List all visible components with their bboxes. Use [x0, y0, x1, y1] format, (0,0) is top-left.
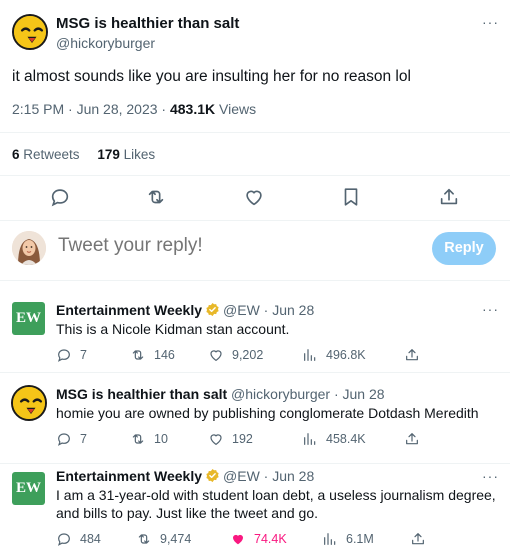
author-name[interactable]: MSG is healthier than salt [56, 386, 227, 402]
reply-actions: 484 9,474 74.4K 6.1M [56, 531, 476, 549]
author-handle[interactable]: @hickoryburger [56, 35, 155, 51]
retweet-icon [136, 531, 152, 547]
like-count: 192 [232, 432, 253, 446]
share-button[interactable] [410, 531, 434, 547]
reply-icon [56, 431, 72, 447]
views-count: 483.1K [169, 101, 216, 117]
like-count-button[interactable]: 192 [208, 431, 253, 447]
reply-icon [56, 347, 72, 363]
divider [0, 132, 510, 133]
share-button[interactable] [404, 431, 428, 447]
author-name[interactable]: Entertainment Weekly [56, 468, 202, 484]
reply-tweet[interactable]: EW Entertainment Weekly @EW · Jun 28 ··· … [0, 281, 510, 372]
author-avatar[interactable] [12, 14, 48, 50]
views-label: Views [215, 101, 257, 117]
reply-tweet[interactable]: MSG is healthier than salt @hickoryburge… [0, 373, 510, 463]
ew-avatar[interactable]: EW [12, 302, 45, 335]
author-name[interactable]: Entertainment Weekly [56, 302, 202, 318]
views-count: 458.4K [326, 432, 366, 446]
retweet-count-button[interactable]: 9,474 [136, 531, 191, 547]
share-icon [410, 531, 426, 547]
retweet-count-button[interactable]: 10 [130, 431, 168, 447]
main-tweet: MSG is healthier than salt @hickoryburge… [0, 0, 510, 281]
views-count: 6.1M [346, 532, 374, 546]
ew-avatar[interactable]: EW [12, 472, 45, 505]
current-user-avatar[interactable] [12, 231, 46, 265]
reply-icon [56, 531, 72, 547]
author-avatar[interactable] [11, 385, 47, 421]
like-count: 9,202 [232, 348, 264, 362]
views-count-button[interactable]: 496.8K [302, 347, 366, 363]
retweet-count: 9,474 [160, 532, 192, 546]
divider [0, 175, 510, 176]
reply-count: 7 [80, 348, 87, 362]
like-icon[interactable] [243, 186, 265, 208]
like-filled-icon [230, 531, 246, 547]
reply-header: MSG is healthier than salt @hickoryburge… [56, 386, 385, 402]
reply-header: Entertainment Weekly @EW · Jun 28 [56, 468, 314, 484]
views-icon [302, 347, 318, 363]
reply-icon[interactable] [49, 186, 71, 208]
retweet-count: 146 [154, 348, 175, 362]
retweet-icon[interactable] [145, 186, 167, 208]
reply-actions: 7 146 9,202 496.8K [56, 347, 476, 365]
retweet-icon [130, 431, 146, 447]
share-icon [404, 431, 420, 447]
author-name[interactable]: MSG is healthier than salt [56, 15, 239, 32]
retweet-count-button[interactable]: 146 [130, 347, 175, 363]
verified-badge-icon [205, 302, 220, 317]
likes-count: 179 [97, 147, 120, 162]
verified-badge-icon [205, 468, 220, 483]
tweet-text: it almost sounds like you are insulting … [12, 68, 411, 85]
author-handle-date[interactable]: @EW · Jun 28 [223, 468, 314, 484]
share-icon[interactable] [438, 186, 460, 208]
tweet-timestamp[interactable]: 2:15 PM · Jun 28, 2023 · [12, 101, 170, 117]
like-count: 74.4K [254, 532, 287, 546]
action-bar [0, 184, 510, 212]
retweet-icon [130, 347, 146, 363]
reply-text: homie you are owned by publishing conglo… [56, 405, 479, 421]
reply-composer: Reply [0, 222, 510, 274]
reply-button[interactable]: Reply [432, 232, 496, 265]
views-icon [322, 531, 338, 547]
views-count: 496.8K [326, 348, 366, 362]
reply-tweet[interactable]: EW Entertainment Weekly @EW · Jun 28 ··· … [0, 464, 510, 560]
more-options-icon[interactable]: ··· [482, 468, 499, 484]
divider [0, 220, 510, 221]
author-handle-date[interactable]: @hickoryburger · Jun 28 [231, 386, 385, 402]
reply-input[interactable] [58, 235, 388, 257]
reply-count-button[interactable]: 484 [56, 531, 101, 547]
like-count-button[interactable]: 9,202 [208, 347, 263, 363]
retweet-count: 10 [154, 432, 168, 446]
reply-text: I am a 31-year-old with student loan deb… [56, 487, 496, 521]
views-icon [302, 431, 318, 447]
reply-count-button[interactable]: 7 [56, 431, 87, 447]
reply-count: 7 [80, 432, 87, 446]
views-count-button[interactable]: 6.1M [322, 531, 374, 547]
more-options-icon[interactable]: ··· [482, 301, 499, 317]
reply-count: 484 [80, 532, 101, 546]
reply-text: This is a Nicole Kidman stan account. [56, 321, 290, 337]
retweets-label: Retweets [19, 147, 80, 162]
likes-stat[interactable]: 179 Likes [97, 147, 155, 162]
reply-count-button[interactable]: 7 [56, 347, 87, 363]
share-icon [404, 347, 420, 363]
like-count-button[interactable]: 74.4K [230, 531, 287, 547]
like-icon [208, 347, 224, 363]
share-button[interactable] [404, 347, 428, 363]
likes-label: Likes [119, 147, 156, 162]
bookmark-icon[interactable] [340, 186, 362, 208]
retweets-count: 6 [12, 147, 20, 162]
reply-actions: 7 10 192 458.4K [56, 431, 476, 449]
views-count-button[interactable]: 458.4K [302, 431, 366, 447]
reply-header: Entertainment Weekly @EW · Jun 28 [56, 302, 314, 318]
like-icon [208, 431, 224, 447]
tweet-meta: 2:15 PM · Jun 28, 2023 · 483.1K Views [12, 101, 256, 117]
engagement-stats: 6 Retweets 179 Likes [12, 147, 155, 162]
more-options-icon[interactable]: ··· [482, 14, 499, 30]
retweets-stat[interactable]: 6 Retweets [12, 147, 80, 162]
author-handle-date[interactable]: @EW · Jun 28 [223, 302, 314, 318]
